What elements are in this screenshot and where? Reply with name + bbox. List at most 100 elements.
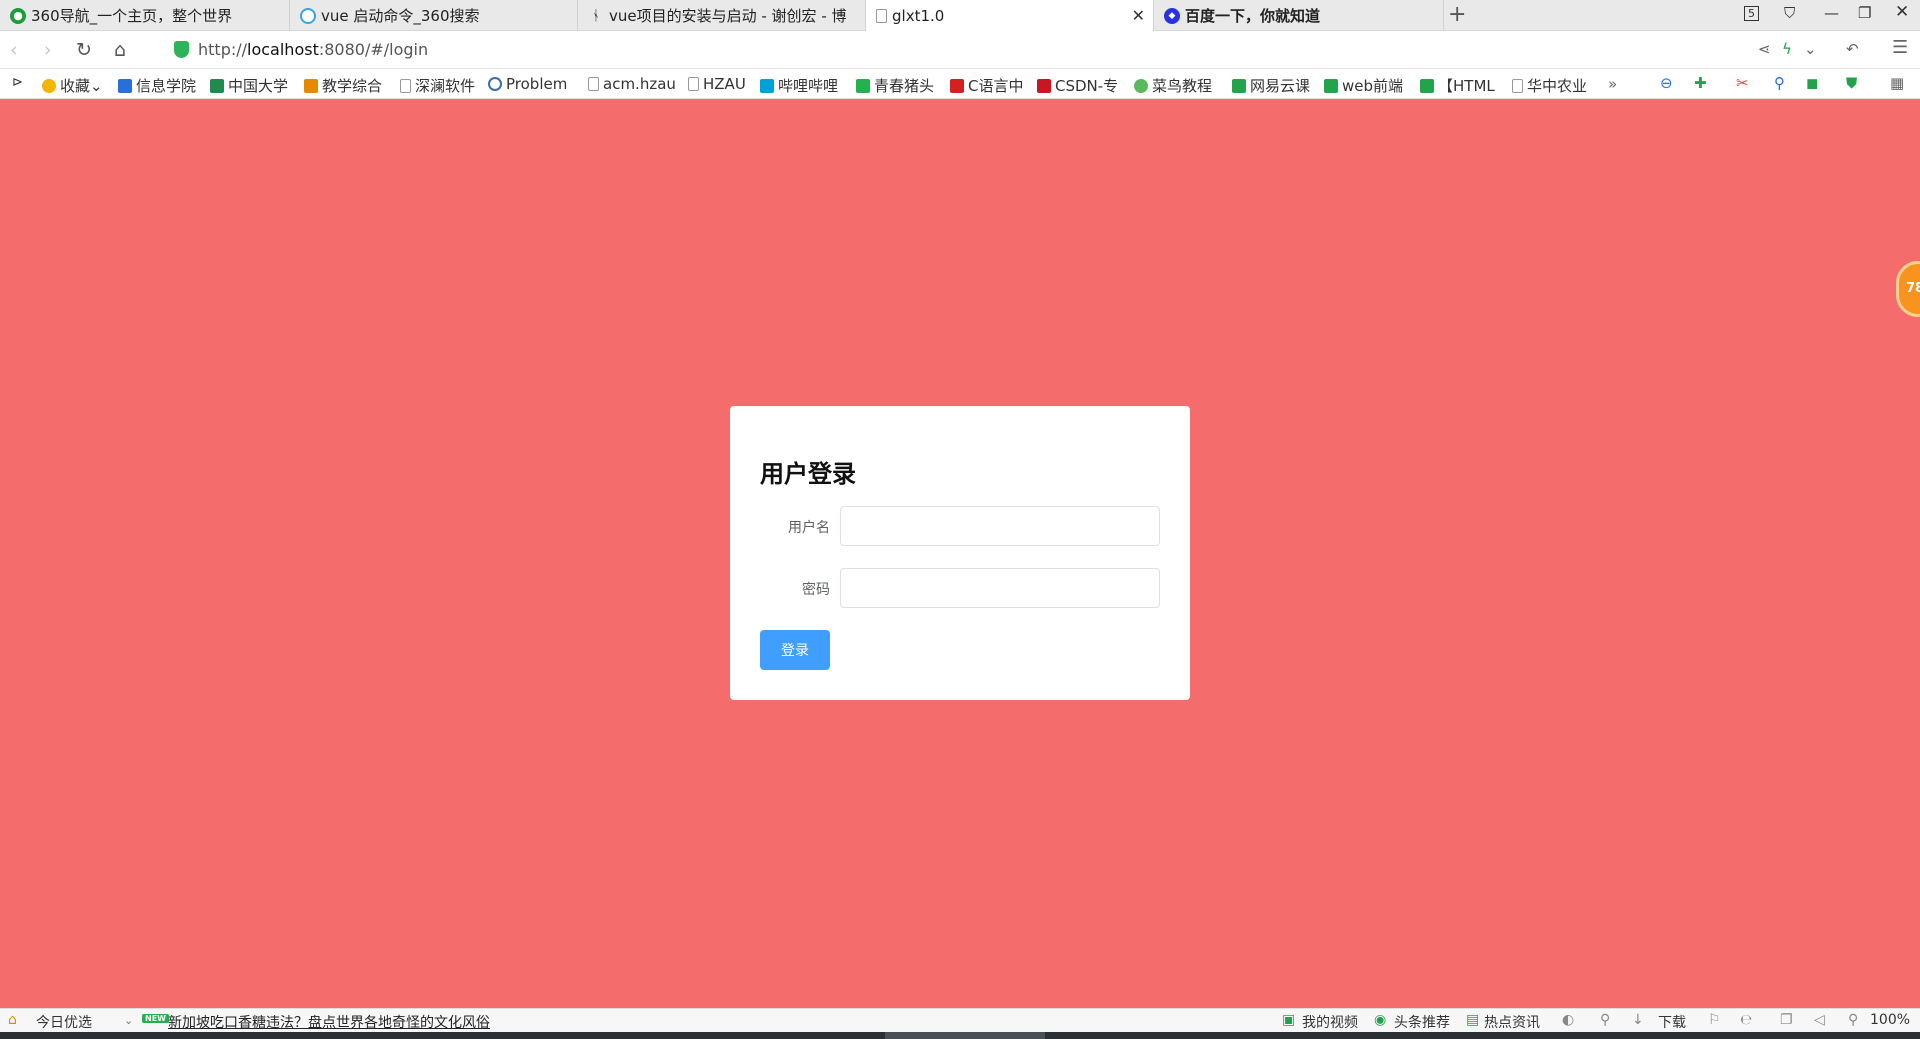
bookmark-label: 青春猪头 [874,77,935,95]
bookmark-label: 中国大学 [228,77,289,95]
bookmark-label: 深澜软件 [415,77,476,95]
hot-news-link[interactable]: 热点资讯 [1484,1012,1540,1032]
tab-label: glxt1.0 [892,7,945,25]
bookmark-item[interactable]: HZAU [688,75,746,93]
bookmark-label: 哔哩哔哩 [778,77,839,95]
flag-icon[interactable]: ⚐ [1708,1012,1721,1028]
password-input[interactable] [840,568,1160,608]
news-icon: ▤ [1466,1012,1480,1028]
tab-strip: ● 360导航_一个主页，整个世界 vue 启动命令_360搜索 ᛀ vue项目… [0,0,1920,32]
pin-icon[interactable]: ⚲ [1600,1012,1610,1028]
volume-icon[interactable]: ◁ [1814,1012,1825,1028]
close-icon[interactable]: ✕ [1132,6,1145,25]
bookmark-item[interactable]: 菜鸟教程 [1134,75,1212,96]
anime-icon [856,78,870,93]
undo-icon[interactable]: ↶ [1846,40,1859,58]
tab-baidu[interactable]: ◆ 百度一下，你就知道 [1154,0,1444,31]
bookmark-item[interactable]: C语言中 [950,75,1023,96]
share-icon[interactable]: ⋖ [1758,40,1771,58]
tab-360-nav[interactable]: ● 360导航_一个主页，整个世界 [0,0,290,31]
close-window-icon[interactable]: ✕ [1895,2,1909,22]
sidebar-toggle-icon[interactable]: ⊳ [12,75,23,90]
chevron-down-icon[interactable]: ⌄ [124,1014,133,1027]
bookmark-item[interactable]: Problem [488,75,567,93]
bookmark-item[interactable]: 中国大学 [210,75,288,96]
download-icon: ↓ [1632,1012,1644,1028]
password-label: 密码 [802,582,830,598]
username-label: 用户名 [788,520,830,536]
bookmark-label: CSDN-专 [1055,77,1119,95]
bookmark-item[interactable]: 教学综合 [304,75,382,96]
tab-vue-install[interactable]: ᛀ vue项目的安装与启动 - 谢创宏 - 博 [578,0,866,31]
download-link[interactable]: 下载 [1658,1012,1686,1032]
scissors-icon[interactable]: ✂ [1736,74,1749,92]
side-float-badge[interactable]: 78 [1896,261,1920,317]
bookmark-item[interactable]: CSDN-专 [1037,75,1118,96]
tab-360-search[interactable]: vue 启动命令_360搜索 [290,0,578,31]
today-picks[interactable]: 今日优选 [36,1012,92,1032]
back-icon[interactable]: ‹ [10,39,18,61]
ie-icon[interactable]: ℮ [1740,1012,1752,1028]
bookmark-item[interactable]: 哔哩哔哩 [760,75,838,96]
menu-icon[interactable]: ☰ [1892,37,1908,58]
tab-label: vue项目的安装与启动 - 谢创宏 - 博 [609,7,847,25]
bird-icon [1134,78,1148,93]
book-icon [1232,78,1246,93]
url-field[interactable]: http://localhost:8080/#/login [198,40,428,59]
tab-count-badge[interactable]: 5 [1744,6,1759,21]
bookmark-item[interactable]: 华中农业 [1512,75,1587,96]
bookmark-label: 【HTML [1438,77,1495,95]
minus-circle-icon[interactable]: ⊖ [1660,74,1673,92]
book-icon [1420,78,1434,93]
speed-icon[interactable]: ◐ [1562,1012,1574,1028]
headline-link[interactable]: 头条推荐 [1394,1012,1450,1032]
address-bar: ‹ › ↻ ⌂ http://localhost:8080/#/login ⋖ … [0,31,1920,69]
username-input[interactable] [840,506,1160,546]
layers-icon [304,78,318,93]
book-icon [210,78,224,93]
home-icon[interactable]: ⌂ [114,39,126,61]
shield-icon[interactable]: ⛊ [1846,74,1857,92]
bookmark-label: HZAU [703,75,746,93]
bookmark-item[interactable]: 信息学院 [118,75,196,96]
news-headline-link[interactable]: 新加坡吃口香糖违法？盘点世界各地奇怪的文化风俗 [168,1012,490,1032]
new-badge: NEW [142,1014,169,1023]
grid-icon[interactable]: ▦ [1890,74,1904,92]
translate-icon[interactable]: ✚ [1694,74,1707,92]
tab-glxt[interactable]: glxt1.0 ✕ [866,0,1154,32]
bookmark-label: 菜鸟教程 [1152,77,1213,95]
bookmark-item[interactable]: 【HTML [1420,75,1495,96]
refresh-icon[interactable]: ↻ [76,39,92,61]
minimize-icon[interactable]: — [1824,4,1839,22]
my-video-link[interactable]: 我的视频 [1302,1012,1358,1032]
window-icon[interactable]: ❐ [1780,1012,1793,1028]
restore-icon[interactable]: ❐ [1858,4,1871,22]
bookmark-label: Problem [506,75,568,93]
status-bar: ⌂ 今日优选 ⌄ NEW 新加坡吃口香糖违法？盘点世界各地奇怪的文化风俗 ▣ 我… [0,1008,1920,1032]
login-button[interactable]: 登录 [760,630,830,670]
page-icon [688,77,699,91]
bookmark-item[interactable]: 青春猪头 [856,75,934,96]
play-circle-icon: ◉ [1374,1012,1387,1028]
taskbar-active-item[interactable] [885,1032,1045,1039]
bookmark-label: C语言中 [968,77,1024,95]
forward-icon[interactable]: › [44,39,52,61]
bookmark-item[interactable]: acm.hzau [588,75,676,93]
chevron-down-icon[interactable]: ⌄ [1804,40,1817,58]
shirt-icon[interactable]: ⛉ [1784,4,1795,22]
bookmark-favorites[interactable]: 收藏 ⌄ [42,75,103,96]
bookmark-item[interactable]: web前端 [1324,75,1403,96]
page-icon: ᛀ [591,7,601,24]
new-tab-icon[interactable]: + [1448,2,1466,27]
bookmarks-more-button[interactable]: » [1608,75,1617,93]
baidu-icon: ◆ [1164,7,1180,24]
zoom-level[interactable]: 100% [1870,1012,1910,1028]
tab-label: 360导航_一个主页，整个世界 [31,7,233,25]
lightning-icon[interactable]: ϟ [1782,40,1792,58]
play-icon: ▣ [1282,1012,1296,1028]
bookmark-item[interactable]: 深澜软件 [400,75,475,96]
search-icon[interactable]: ⚲ [1774,74,1785,92]
bookmark-item[interactable]: 网易云课 [1232,75,1310,96]
login-page: 用户登录 用户名 密码 登录 78 [0,99,1920,1008]
game-icon[interactable]: ◼ [1806,74,1818,92]
